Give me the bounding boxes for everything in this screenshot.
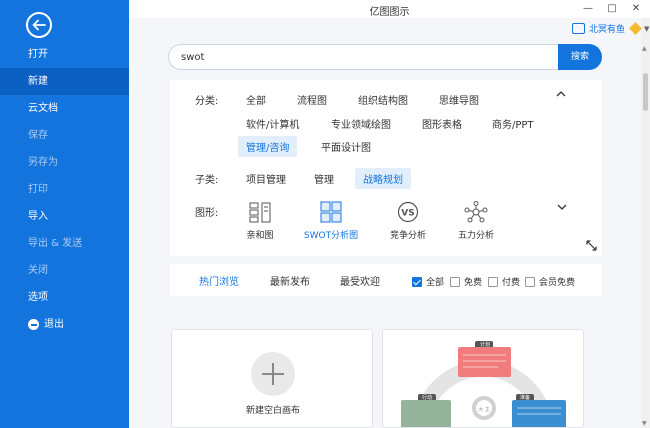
template-card[interactable]: 计划 行动 准备 大 主 [382, 329, 584, 428]
close-button[interactable]: ✕ [629, 2, 643, 16]
category-business-ppt[interactable]: 商务/PPT [484, 113, 542, 134]
five-forces-icon [464, 201, 488, 223]
checkbox-icon [488, 276, 498, 287]
scroll-up-icon[interactable]: ▲ [642, 45, 647, 52]
plus-icon [251, 352, 295, 396]
shape-five-forces-label: 五力分析 [457, 231, 494, 241]
shape-affinity-label: 亲和图 [246, 231, 274, 241]
sidebar-item-save[interactable]: 保存 [0, 122, 129, 149]
svg-text:VS: VS [401, 209, 414, 219]
swot-grid-icon [320, 201, 342, 223]
expand-chevron-down-icon[interactable] [557, 204, 567, 214]
subcategory-label: 子类: [195, 175, 219, 186]
category-software[interactable]: 软件/计算机 [238, 113, 307, 134]
sidebar: 打开 新建 云文档 保存 另存为 打印 导入 导出 & 发送 关闭 选项 退出 [0, 0, 129, 428]
search-bar: 搜索 [168, 44, 602, 70]
back-arrow-icon[interactable] [26, 12, 52, 38]
template-left-label: 行动 [421, 395, 432, 401]
category-graphic-table[interactable]: 图形表格 [414, 113, 470, 134]
chevron-down-icon: ▼ [644, 24, 650, 33]
scroll-down-icon[interactable]: ▼ [642, 420, 647, 427]
filter-panel: 分类: 全部 流程图 组织结构图 思维导图 软件/计算机 专业领域绘图 图形表格… [170, 80, 602, 256]
template-right-label: 准备 [519, 395, 530, 401]
template-top-label: 计划 [479, 342, 490, 348]
filter-member-free-label: 会员免费 [539, 278, 576, 288]
filter-paid-label: 付费 [502, 278, 521, 288]
category-management[interactable]: 管理/咨询 [238, 136, 298, 157]
minimize-button[interactable]: — [581, 2, 595, 16]
user-name: 北冥有鱼 [589, 25, 626, 35]
checkbox-icon [525, 276, 535, 287]
shape-competitive-label: 竞争分析 [389, 231, 426, 241]
user-card-icon [572, 23, 585, 34]
filter-all-checkbox[interactable]: 全部 [412, 275, 444, 288]
subcategory-management[interactable]: 管理 [306, 168, 342, 189]
scroll-thumb[interactable] [643, 73, 648, 111]
collapse-chevron-up-icon[interactable] [556, 90, 566, 100]
new-blank-canvas-card[interactable]: 新建空白画布 [171, 329, 373, 428]
resize-arrows-icon[interactable] [586, 240, 597, 254]
search-input[interactable] [168, 44, 560, 70]
sidebar-item-exit[interactable]: 退出 [0, 311, 129, 338]
scrollbar[interactable]: ▲ ▼ [641, 18, 650, 428]
subcategory-project-mgmt[interactable]: 项目管理 [238, 168, 294, 189]
filter-paid-checkbox[interactable]: 付费 [488, 275, 520, 288]
exit-icon [28, 319, 39, 330]
exit-label: 退出 [44, 319, 64, 330]
category-label: 分类: [195, 96, 219, 107]
sidebar-item-print[interactable]: 打印 [0, 176, 129, 203]
maximize-button[interactable]: □ [605, 2, 619, 16]
filter-free-checkbox[interactable]: 免费 [450, 275, 482, 288]
title-bar: 亿图图示 — □ ✕ [129, 0, 650, 18]
filter-member-free-checkbox[interactable]: 会员免费 [525, 275, 575, 288]
sidebar-item-cloud-docs[interactable]: 云文档 [0, 95, 129, 122]
vip-diamond-icon [629, 22, 642, 35]
new-blank-canvas-label: 新建空白画布 [245, 406, 300, 416]
sidebar-item-open[interactable]: 打开 [0, 41, 129, 68]
shape-affinity[interactable]: 亲和图 [230, 201, 290, 241]
vs-icon: VS [397, 201, 419, 223]
tab-popular[interactable]: 最受欢迎 [340, 273, 380, 288]
template-center-label: 大 主 [478, 407, 490, 413]
category-org-chart[interactable]: 组织结构图 [350, 89, 416, 110]
user-menu[interactable]: 北冥有鱼 ▼ [572, 22, 649, 35]
shape-swot-label: SWOT分析图 [303, 231, 359, 241]
shape-five-forces[interactable]: 五力分析 [446, 201, 506, 241]
sidebar-item-options[interactable]: 选项 [0, 284, 129, 311]
sidebar-item-new[interactable]: 新建 [0, 68, 129, 95]
filter-free-label: 免费 [464, 278, 483, 288]
tab-hot[interactable]: 热门浏览 [199, 273, 239, 288]
checkbox-icon [450, 276, 460, 287]
category-professional[interactable]: 专业领域绘图 [323, 113, 399, 134]
affinity-diagram-icon [249, 202, 271, 223]
category-all[interactable]: 全部 [238, 89, 274, 110]
app-title: 亿图图示 [369, 7, 410, 18]
sidebar-item-export-send[interactable]: 导出 & 发送 [0, 230, 129, 257]
filter-all-label: 全部 [426, 278, 445, 288]
checkbox-checked-icon [412, 276, 422, 287]
sidebar-item-save-as[interactable]: 另存为 [0, 149, 129, 176]
search-button[interactable]: 搜索 [558, 44, 602, 70]
sort-tabs-bar: 热门浏览 最新发布 最受欢迎 全部 免费 付费 会员免费 [170, 264, 602, 296]
sidebar-item-import[interactable]: 导入 [0, 203, 129, 230]
tab-latest[interactable]: 最新发布 [270, 273, 310, 288]
category-graphic-design[interactable]: 平面设计图 [313, 136, 379, 157]
sidebar-item-close[interactable]: 关闭 [0, 257, 129, 284]
category-mind-map[interactable]: 思维导图 [431, 89, 487, 110]
category-flowchart[interactable]: 流程图 [289, 89, 335, 110]
shape-label: 图形: [195, 208, 219, 219]
subcategory-strategy[interactable]: 战略规划 [355, 168, 411, 189]
shape-swot[interactable]: SWOT分析图 [301, 201, 361, 241]
shape-competitive[interactable]: VS 竞争分析 [378, 201, 438, 241]
